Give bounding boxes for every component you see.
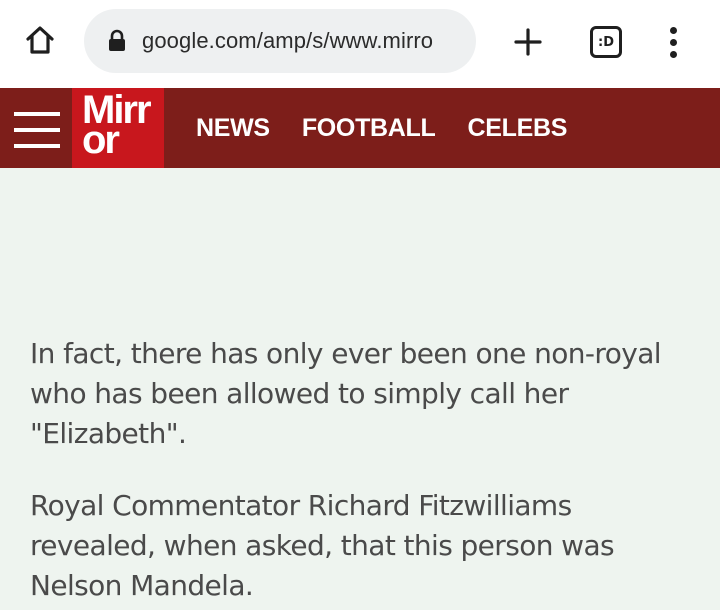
tab-switcher-button[interactable]: :D [588,24,624,60]
plus-icon [514,28,542,56]
lock-icon [106,28,128,54]
home-button[interactable] [22,22,58,58]
address-bar[interactable]: google.com/amp/s/www.mirro [84,9,476,73]
article-paragraph: Royal Commentator Richard Fitzwilliams r… [30,489,615,602]
home-icon [26,26,54,54]
hamburger-menu-icon[interactable] [14,108,60,152]
tab-switcher-icon: :D [590,26,622,58]
nav-news[interactable]: NEWS [196,114,270,143]
site-nav: NEWS FOOTBALL CELEBS [196,88,599,168]
tab-count: :D [598,34,614,50]
new-tab-button[interactable] [508,22,548,62]
mirror-logo[interactable]: Mirr or [72,88,164,168]
more-menu-button[interactable] [658,22,688,62]
site-header: Mirr or NEWS FOOTBALL CELEBS [0,88,720,168]
logo-text-bottom: or [82,118,120,162]
browser-toolbar: google.com/amp/s/www.mirro :D [0,0,720,88]
nav-football[interactable]: FOOTBALL [302,114,436,143]
url-text: google.com/amp/s/www.mirro [142,28,434,53]
more-vert-icon [669,26,677,34]
article-paragraph: In fact, there has only ever been one no… [30,337,662,450]
nav-celebs[interactable]: CELEBS [468,114,568,143]
